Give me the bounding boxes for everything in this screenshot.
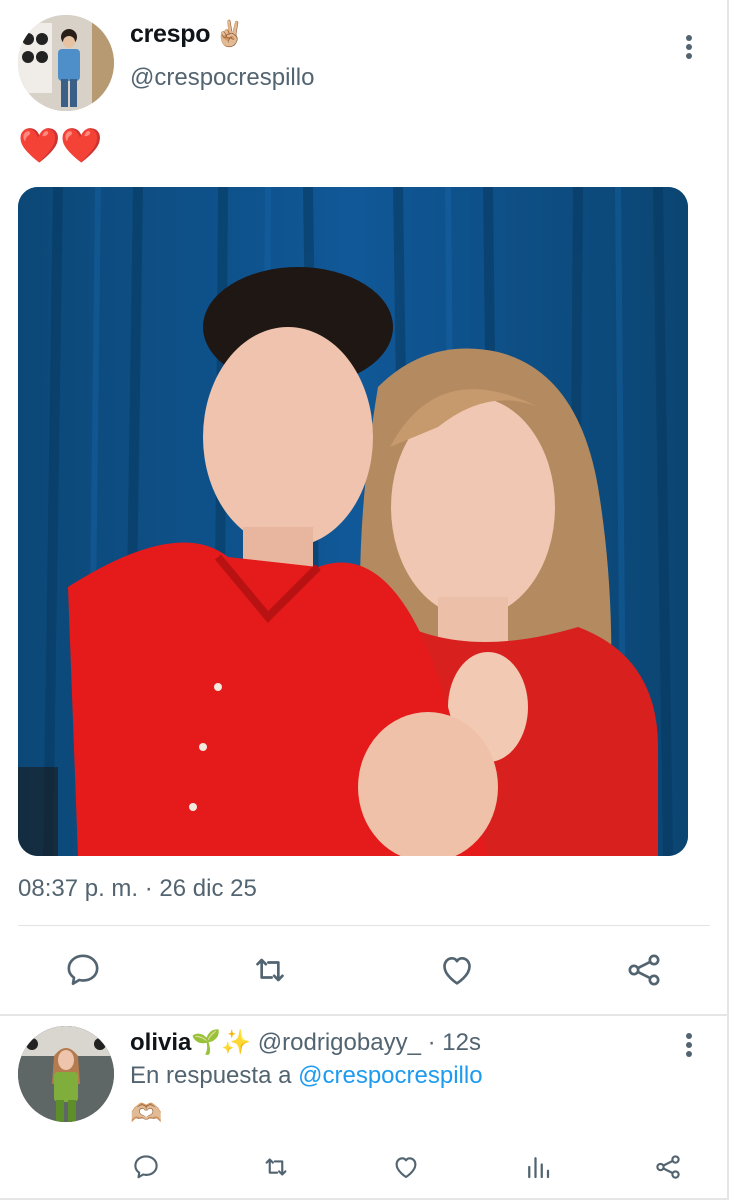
in-reply-to: En respuesta a @crespocrespillo: [130, 1062, 483, 1090]
tweet-text: ❤️❤️: [18, 127, 103, 165]
heart-icon[interactable]: [437, 950, 477, 990]
heart-icon[interactable]: [391, 1152, 421, 1182]
tweet-photo[interactable]: [18, 187, 688, 856]
author-name: crespo: [130, 20, 211, 48]
author-avatar-image: [18, 15, 114, 111]
share-icon[interactable]: [653, 1152, 683, 1182]
reply-header: olivia🌱✨ @rodrigobayy_ · 12s: [130, 1028, 481, 1057]
retweet-icon[interactable]: [250, 950, 290, 990]
share-icon[interactable]: [624, 950, 664, 990]
reply-author-name[interactable]: olivia🌱✨: [130, 1029, 251, 1056]
in-reply-to-handle-link[interactable]: @crespocrespillo: [298, 1062, 482, 1089]
more-vertical-icon[interactable]: [676, 30, 702, 64]
in-reply-to-prefix: En respuesta a: [130, 1062, 292, 1089]
reply-author-handle[interactable]: @rodrigobayy_: [258, 1029, 421, 1056]
reply-time[interactable]: 12s: [442, 1029, 481, 1056]
views-icon[interactable]: [523, 1152, 553, 1182]
tweet-photo-image: [18, 187, 688, 856]
reply-avatar-image: [18, 1026, 114, 1122]
tweet-timestamp[interactable]: 08:37 p. m. · 26 dic 25: [18, 875, 257, 903]
more-vertical-icon[interactable]: [676, 1030, 702, 1060]
retweet-icon[interactable]: [261, 1152, 291, 1182]
reply-icon[interactable]: [63, 950, 103, 990]
reply-text: 🫶🏼: [130, 1098, 163, 1128]
reply-author-avatar[interactable]: [18, 1026, 114, 1122]
tweet-divider: [18, 925, 710, 926]
author-handle[interactable]: @crespocrespillo: [130, 64, 314, 92]
reply-icon[interactable]: [131, 1152, 161, 1182]
author-avatar[interactable]: [18, 15, 114, 111]
section-divider: [0, 1014, 727, 1016]
reply-separator: ·: [427, 1029, 436, 1056]
author-display-name[interactable]: crespo ✌🏼: [130, 20, 245, 49]
author-name-emoji: ✌🏼: [214, 20, 246, 48]
